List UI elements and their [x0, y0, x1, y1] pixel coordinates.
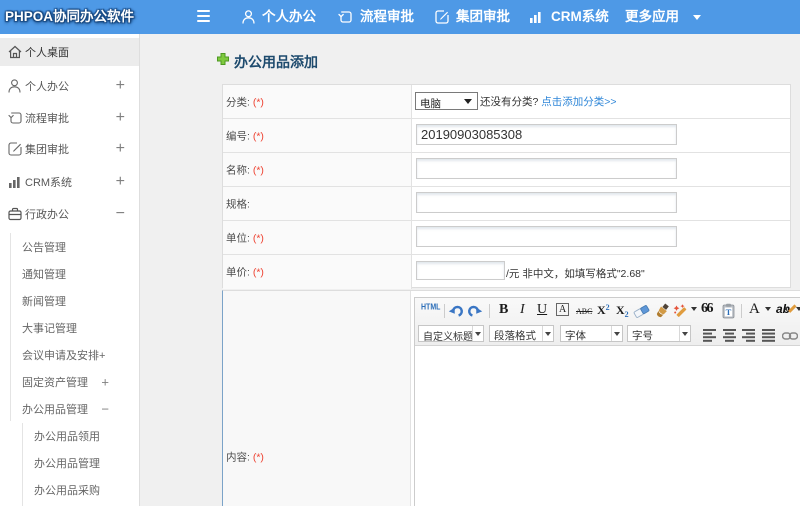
svg-text:T: T [726, 307, 732, 317]
